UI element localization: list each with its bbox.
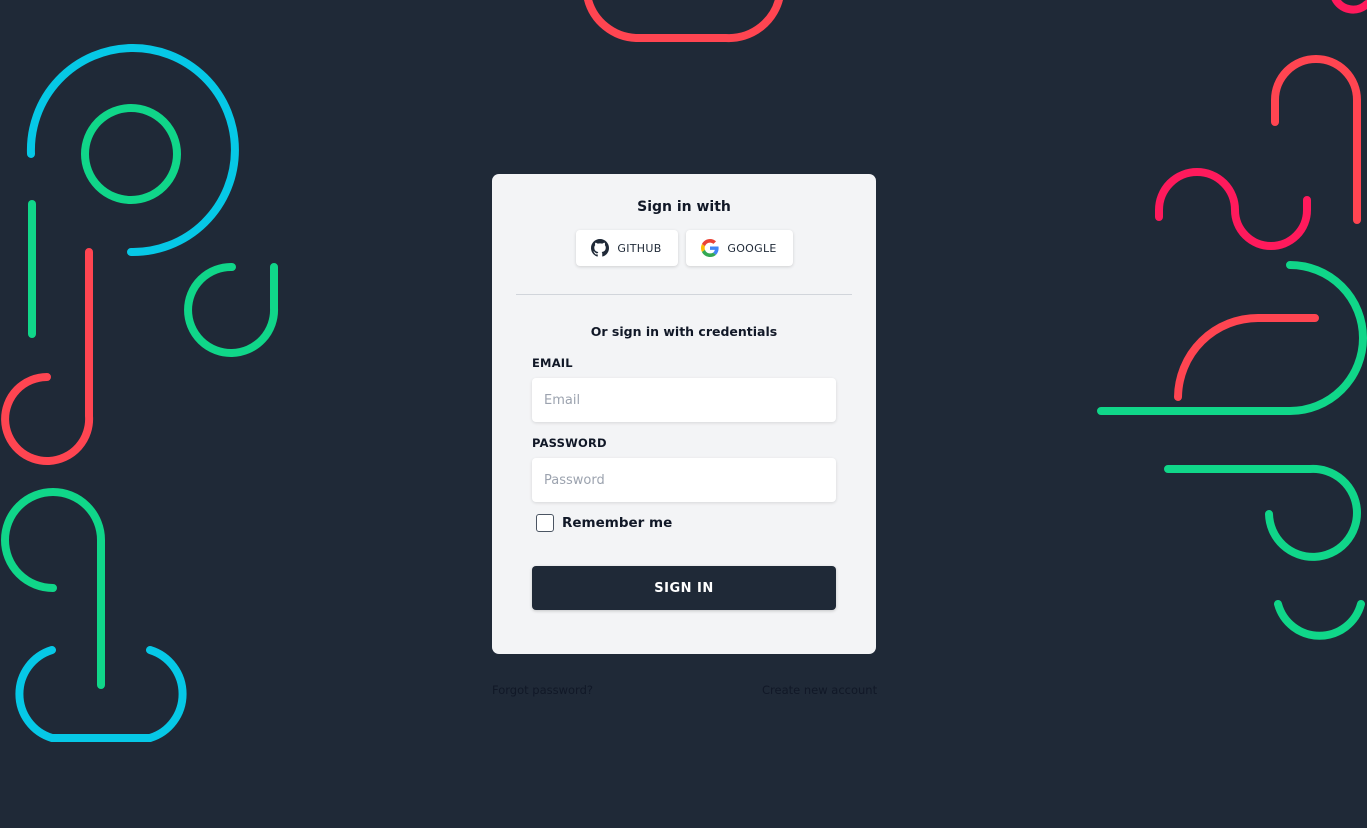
decor-s-right-pink: [1155, 168, 1311, 250]
create-account-link[interactable]: Create new account: [762, 683, 877, 697]
email-label: EMAIL: [532, 356, 573, 370]
social-signin-title: Sign in with: [637, 199, 731, 215]
sign-in-button[interactable]: SIGN IN: [532, 566, 836, 610]
github-icon: [591, 239, 610, 257]
decor-arc-top: [584, 0, 783, 43]
decor-arc-right-green: [1097, 261, 1367, 415]
github-button[interactable]: GITHUB: [575, 230, 678, 266]
forgot-password-link[interactable]: Forgot password?: [492, 683, 593, 697]
password-label: PASSWORD: [532, 436, 607, 450]
social-buttons: GITHUB GOOGLE: [492, 230, 876, 266]
login-card: Sign in with GITHUB GOOGLE Or sign in wi…: [492, 174, 876, 654]
google-button-label: GOOGLE: [727, 241, 777, 255]
google-button[interactable]: GOOGLE: [685, 230, 793, 266]
email-field[interactable]: [532, 378, 836, 422]
remember-me-label: Remember me: [562, 515, 673, 531]
credentials-title: Or sign in with credentials: [590, 324, 778, 339]
decor-arc-right-green-bottom: [1274, 600, 1365, 640]
decor-arc-left-cyan: [26, 44, 239, 257]
decor-arc-right-green-lower: [1164, 464, 1361, 561]
divider: [516, 294, 852, 295]
decor-hook-left-red: [1, 248, 94, 465]
decor-arc-left-green-p: [1, 488, 105, 689]
decor-arc-right-red-mid: [1174, 314, 1319, 401]
decor-arc-top-right: [1331, 0, 1367, 14]
decor-arc-left-cyan-bottom: [15, 646, 187, 742]
remember-me-row: Remember me: [536, 514, 672, 532]
decor-arc-right-red: [1271, 55, 1361, 224]
password-field[interactable]: [532, 458, 836, 502]
github-button-label: GITHUB: [617, 241, 662, 255]
google-icon: [701, 239, 719, 257]
decor-arc-left-green-small: [184, 262, 279, 357]
remember-me-checkbox[interactable]: [536, 514, 554, 532]
decor-circle-left-green: [81, 104, 181, 204]
